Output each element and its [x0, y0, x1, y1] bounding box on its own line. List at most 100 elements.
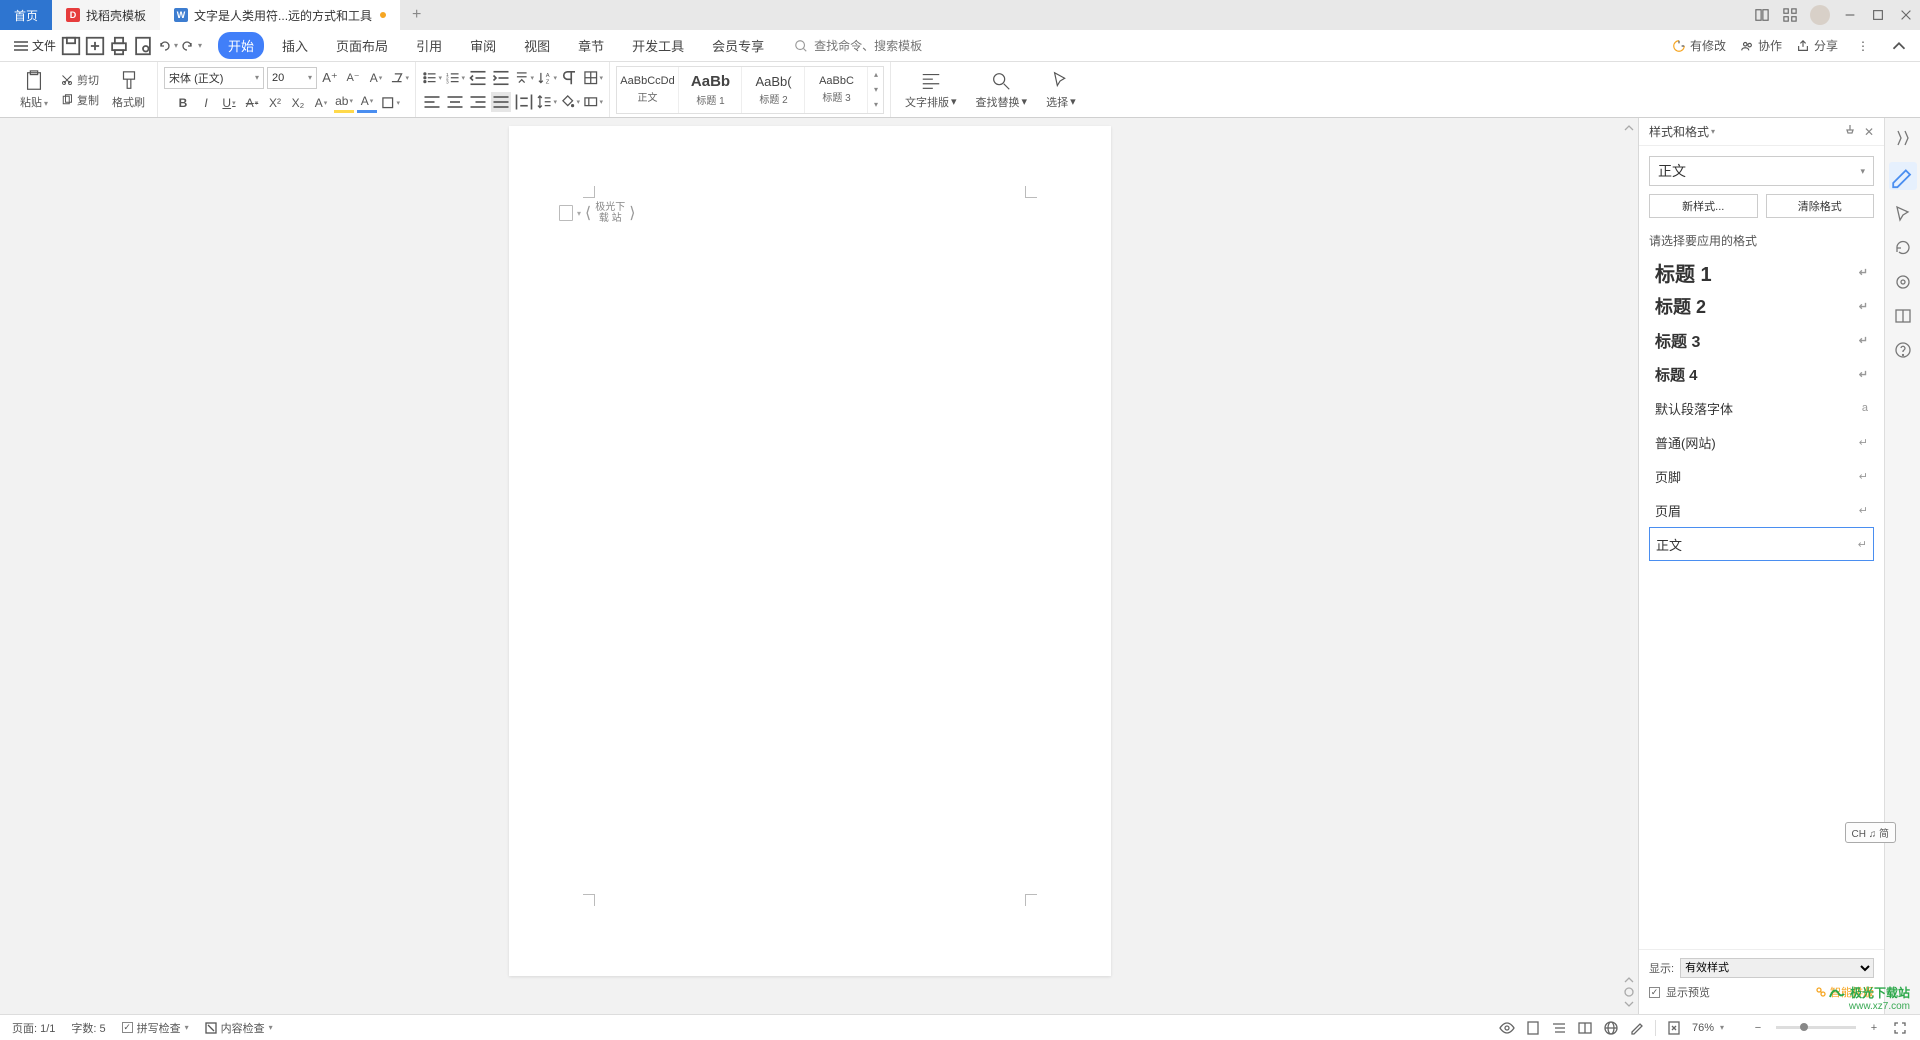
borders-icon[interactable] [583, 68, 603, 88]
style-row[interactable]: 标题 1↵ [1649, 255, 1874, 289]
canvas[interactable]: ▾ ⟨ 极光下 载 站 ⟩ [0, 118, 1620, 1014]
draft-view-icon[interactable] [1629, 1020, 1645, 1036]
style-h3[interactable]: AaBbC标题 3 [806, 67, 868, 113]
rail-help-icon[interactable] [1893, 340, 1913, 360]
style-row[interactable]: 页脚↵ [1649, 459, 1874, 493]
align-center-icon[interactable] [445, 92, 465, 112]
menu-tab-start[interactable]: 开始 [218, 32, 264, 59]
content-check-toggle[interactable]: 内容检查▾ [205, 1020, 273, 1036]
preview-checkbox[interactable]: ✓ [1649, 987, 1660, 998]
style-body[interactable]: AaBbCcDd正文 [617, 67, 679, 113]
strike-icon[interactable]: A [242, 93, 262, 113]
tabs-icon[interactable] [583, 92, 603, 112]
page-up-icon[interactable] [1623, 974, 1635, 986]
underline-icon[interactable]: U [219, 93, 239, 113]
cut-button[interactable]: 剪切 [57, 71, 103, 89]
ime-indicator[interactable]: CH ♫ 简 [1845, 822, 1897, 843]
page-indicator[interactable]: 页面: 1/1 [12, 1020, 55, 1036]
page-down-icon[interactable] [1623, 998, 1635, 1010]
rail-refresh-icon[interactable] [1893, 238, 1913, 258]
outline-view-icon[interactable] [1551, 1020, 1567, 1036]
zoom-out-icon[interactable]: − [1750, 1020, 1766, 1036]
show-marks-icon[interactable] [560, 68, 580, 88]
command-search[interactable] [794, 39, 954, 53]
scroll-up-icon[interactable] [1623, 122, 1635, 134]
rail-shape-icon[interactable] [1893, 272, 1913, 292]
target-icon[interactable] [1623, 986, 1635, 998]
search-input[interactable] [814, 39, 954, 53]
style-h2[interactable]: AaBb(标题 2 [743, 67, 805, 113]
menu-tab-review[interactable]: 审阅 [460, 32, 506, 59]
style-row[interactable]: 标题 2↵ [1649, 289, 1874, 323]
new-style-button[interactable]: 新样式... [1649, 194, 1758, 218]
numbering-icon[interactable]: 123 [445, 68, 465, 88]
current-style-select[interactable]: 正文 ▾ [1649, 156, 1874, 186]
add-tab-button[interactable]: + [400, 0, 433, 30]
highlight-icon[interactable]: ab [334, 93, 354, 113]
maximize-button[interactable] [1864, 0, 1892, 30]
eye-icon[interactable] [1499, 1020, 1515, 1036]
style-row[interactable]: 标题 4↵ [1649, 357, 1874, 391]
grid-icon[interactable] [1776, 0, 1804, 30]
font-size-select[interactable]: 20▾ [267, 67, 317, 89]
rail-styles-icon[interactable] [1889, 162, 1917, 190]
decrease-font-icon[interactable]: A⁻ [343, 68, 363, 88]
style-row[interactable]: 默认段落字体a [1649, 391, 1874, 425]
bullets-icon[interactable] [422, 68, 442, 88]
tab-home[interactable]: 首页 [0, 0, 52, 30]
text-effects-icon[interactable]: A [311, 93, 331, 113]
save-icon[interactable] [60, 35, 82, 57]
style-row[interactable]: 正文↵ [1649, 527, 1874, 561]
align-left-icon[interactable] [422, 92, 442, 112]
navigation-widget[interactable]: ▾ ⟨ 极光下 载 站 ⟩ [559, 202, 636, 224]
has-changes-link[interactable]: 有修改 [1672, 37, 1726, 54]
line-spacing-icon[interactable] [537, 92, 557, 112]
collapse-ribbon-icon[interactable] [1888, 35, 1910, 57]
paste-button[interactable]: 粘贴 [14, 68, 54, 112]
rail-select-icon[interactable] [1893, 204, 1913, 224]
font-color-icon[interactable]: A [357, 93, 377, 113]
font-family-select[interactable]: 宋体 (正文)▾ [164, 67, 264, 89]
rail-ai-icon[interactable] [1893, 128, 1913, 148]
menu-tab-layout[interactable]: 页面布局 [326, 32, 398, 59]
menu-tab-section[interactable]: 章节 [568, 32, 614, 59]
gallery-down-icon[interactable]: ▾ [874, 85, 878, 94]
menu-tab-view[interactable]: 视图 [514, 32, 560, 59]
document-page[interactable]: ▾ ⟨ 极光下 载 站 ⟩ [509, 126, 1111, 976]
char-border-icon[interactable] [380, 93, 400, 113]
layout-icon[interactable] [1748, 0, 1776, 30]
save-as-icon[interactable] [84, 35, 106, 57]
style-row[interactable]: 标题 3↵ [1649, 323, 1874, 357]
text-layout-button[interactable]: 文字排版▾ [897, 68, 965, 112]
menu-tab-references[interactable]: 引用 [406, 32, 452, 59]
pin-icon[interactable] [1844, 124, 1856, 139]
align-right-icon[interactable] [468, 92, 488, 112]
increase-indent-icon[interactable] [491, 68, 511, 88]
read-view-icon[interactable] [1577, 1020, 1593, 1036]
sort-icon[interactable]: AZ [537, 68, 557, 88]
style-row[interactable]: 普通(网站)↵ [1649, 425, 1874, 459]
select-button[interactable]: 选择▾ [1038, 68, 1084, 112]
share-link[interactable]: 分享 [1796, 37, 1838, 54]
show-filter-select[interactable]: 有效样式 [1680, 958, 1874, 978]
subscript-icon[interactable]: X₂ [288, 93, 308, 113]
word-count[interactable]: 字数: 5 [71, 1020, 105, 1036]
style-h1[interactable]: AaBb标题 1 [680, 67, 742, 113]
close-button[interactable] [1892, 0, 1920, 30]
collab-link[interactable]: 协作 [1740, 37, 1782, 54]
redo-button[interactable] [180, 35, 202, 57]
superscript-icon[interactable]: X² [265, 93, 285, 113]
menu-tab-developer[interactable]: 开发工具 [622, 32, 694, 59]
align-justify-icon[interactable] [491, 92, 511, 112]
close-panel-icon[interactable]: ✕ [1864, 125, 1874, 139]
tab-document[interactable]: W 文字是人类用符...远的方式和工具 [160, 0, 400, 30]
web-view-icon[interactable] [1603, 1020, 1619, 1036]
more-icon[interactable]: ⋮ [1852, 35, 1874, 57]
clear-format-button[interactable]: 清除格式 [1766, 194, 1875, 218]
zoom-level[interactable]: 76%▾ [1692, 1022, 1724, 1034]
format-painter-button[interactable]: 格式刷 [106, 68, 151, 112]
rail-read-icon[interactable] [1893, 306, 1913, 326]
tab-templates[interactable]: D 找稻壳模板 [52, 0, 160, 30]
zoom-in-icon[interactable]: + [1866, 1020, 1882, 1036]
bold-icon[interactable]: B [173, 93, 193, 113]
